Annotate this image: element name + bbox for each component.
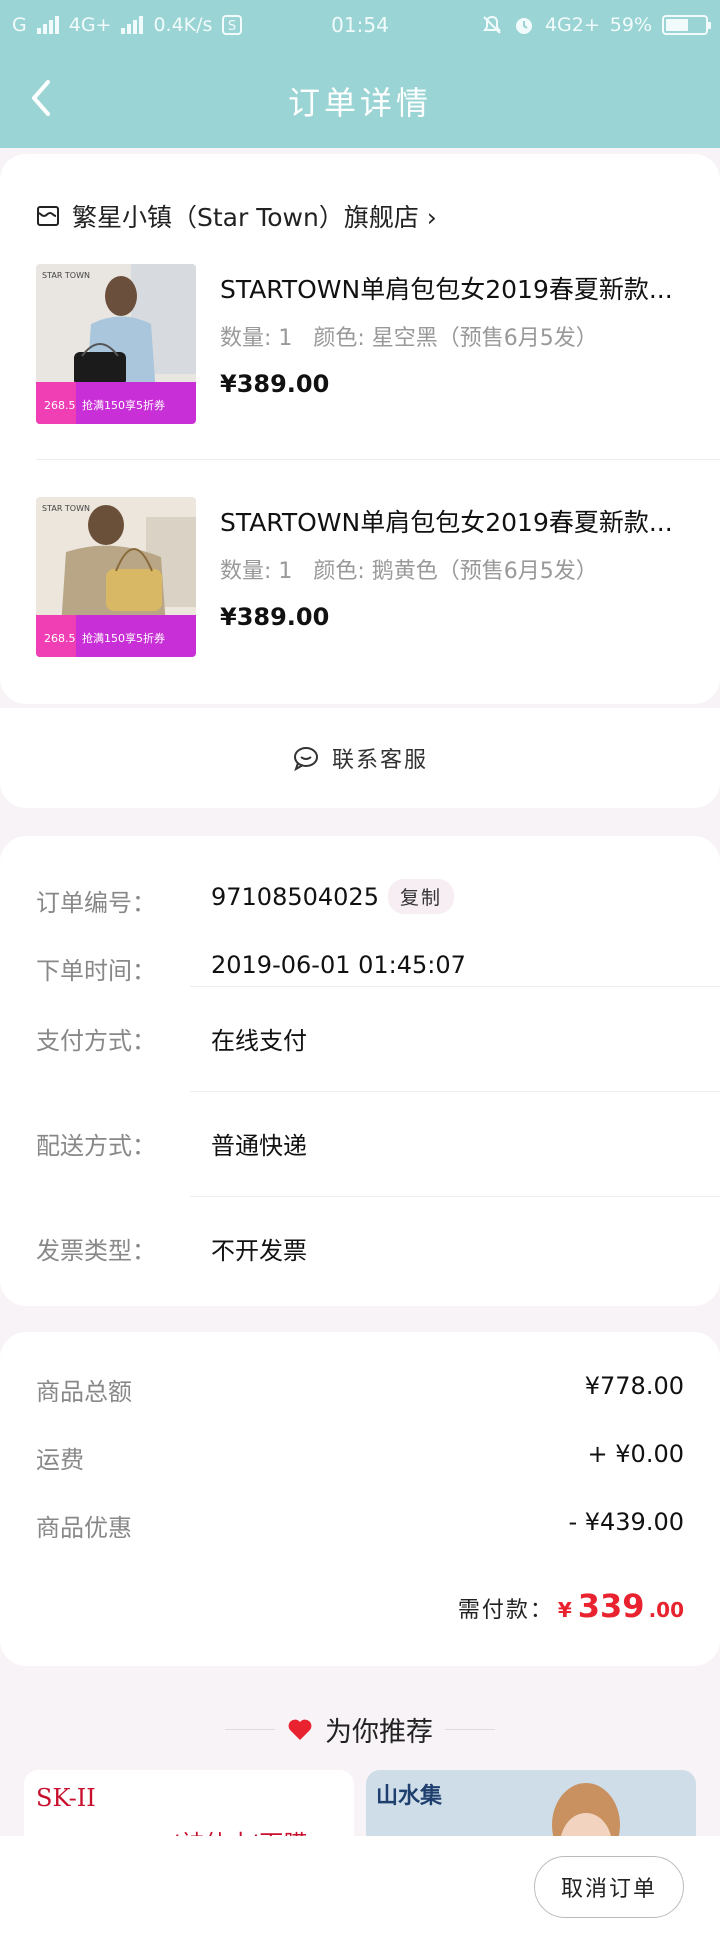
freight-label: 运费 (36, 1446, 84, 1474)
thumb-price: 268.5 (44, 632, 76, 645)
store-name: 繁星小镇（Star Town）旗舰店 › (72, 203, 437, 232)
recommend-brand: SK-II (36, 1784, 96, 1812)
amount-due: 需付款： ¥339.00 (458, 1587, 684, 1625)
freight-value: + ¥0.00 (587, 1440, 684, 1468)
bag-shape (74, 352, 126, 386)
item-spec: 数量: 1 颜色: 鹅黄色（预售6月5发） (220, 553, 690, 585)
item-price: ¥389.00 (220, 370, 330, 398)
item-color: 颜色: 星空黑（预售6月5发） (313, 326, 598, 351)
recommend-title: 为你推荐 (325, 1717, 433, 1748)
nav-bar: 订单详情 (0, 50, 720, 148)
item-info: STARTOWN单肩包包女2019春夏新款... 数量: 1 颜色: 鹅黄色（预… (220, 503, 690, 631)
payment-value: 在线支付 (211, 1027, 307, 1055)
item-title: STARTOWN单肩包包女2019春夏新款... (220, 275, 673, 304)
item-color: 颜色: 鹅黄色（预售6月5发） (313, 559, 598, 584)
thumb-brand: STAR TOWN (42, 271, 90, 280)
copy-button[interactable]: 复制 (388, 879, 455, 914)
order-time-label: 下单时间： (36, 957, 156, 985)
row-divider (190, 986, 720, 987)
store-link[interactable]: 繁星小镇（Star Town）旗舰店 › (36, 198, 437, 234)
contact-service-label: 联系客服 (331, 748, 428, 773)
product-thumbnail: STAR TOWN 268.5 抢满150享5折券 (36, 497, 196, 657)
goods-total-row: 商品总额 ¥778.00 (36, 1372, 684, 1407)
status-time: 01:54 (331, 13, 389, 37)
invoice-value: 不开发票 (211, 1237, 307, 1265)
recommend-header: 为你推荐 (0, 1710, 720, 1749)
discount-row: 商品优惠 - ¥439.00 (36, 1508, 684, 1543)
delivery-label: 配送方式： (36, 1132, 156, 1160)
item-quantity: 数量: 1 (220, 559, 293, 584)
cancel-order-button[interactable]: 取消订单 (534, 1856, 684, 1918)
store-card: 繁星小镇（Star Town）旗舰店 › STAR TOWN 268.5 抢满1… (0, 154, 720, 704)
order-info-card: 订单编号： 97108504025 复制 下单时间： 2019-06-01 01… (0, 836, 720, 1306)
invoice-label: 发票类型： (36, 1237, 156, 1265)
battery-icon (662, 15, 711, 35)
chat-icon (293, 747, 318, 771)
goods-total-value: ¥778.00 (584, 1372, 684, 1400)
thumb-price: 268.5 (44, 399, 76, 412)
recommend-line-right (445, 1729, 495, 1730)
row-divider (190, 1091, 720, 1092)
order-item[interactable]: STAR TOWN 268.5 抢满150享5折券 STARTOWN单肩包包女2… (36, 497, 686, 657)
goods-total-label: 商品总额 (36, 1378, 132, 1406)
store-icon (37, 206, 59, 226)
discount-value: - ¥439.00 (568, 1508, 684, 1536)
amount-due-integer: 339 (577, 1587, 645, 1625)
heart-icon (288, 1719, 312, 1740)
amount-due-decimal: .00 (648, 1598, 684, 1622)
item-divider (36, 459, 720, 460)
bag-shape (106, 569, 162, 611)
order-number-value: 97108504025 (211, 883, 379, 911)
item-info: STARTOWN单肩包包女2019春夏新款... 数量: 1 颜色: 星空黑（预… (220, 270, 690, 398)
delivery-value: 普通快递 (211, 1132, 307, 1160)
thumb-brand: STAR TOWN (42, 504, 90, 513)
item-quantity: 数量: 1 (220, 326, 293, 351)
contact-service-button[interactable]: 联系客服 (0, 708, 720, 808)
payment-label: 支付方式： (36, 1027, 156, 1055)
order-item[interactable]: STAR TOWN 268.5 抢满150享5折券 STARTOWN单肩包包女2… (36, 264, 686, 424)
order-number-label: 订单编号： (36, 889, 156, 917)
recommend-line-left (225, 1729, 275, 1730)
page-title: 订单详情 (287, 84, 432, 122)
product-thumbnail: STAR TOWN 268.5 抢满150享5折券 (36, 264, 196, 424)
product-image: STAR TOWN 268.5 抢满150享5折券 (36, 497, 196, 657)
item-price: ¥389.00 (220, 603, 330, 631)
discount-label: 商品优惠 (36, 1514, 132, 1542)
item-title: STARTOWN单肩包包女2019春夏新款... (220, 508, 673, 537)
freight-row: 运费 + ¥0.00 (36, 1440, 684, 1475)
bottom-bar: 取消订单 (0, 1836, 720, 1937)
thumb-promo: 抢满150享5折券 (82, 398, 165, 412)
battery-level (666, 19, 688, 31)
thumb-promo: 抢满150享5折券 (82, 631, 165, 645)
amount-due-label: 需付款： (457, 1598, 554, 1623)
order-time-value: 2019-06-01 01:45:07 (211, 951, 466, 979)
status-bar: G 4G+ 0.4K/s S 01:54 4G2+ 59% (0, 0, 720, 50)
amount-due-currency: ¥ (557, 1598, 574, 1622)
row-divider (190, 1196, 720, 1197)
amount-card: 商品总额 ¥778.00 运费 + ¥0.00 商品优惠 - ¥439.00 需… (0, 1332, 720, 1666)
item-spec: 数量: 1 颜色: 星空黑（预售6月5发） (220, 320, 690, 352)
product-image: STAR TOWN 268.5 抢满150享5折券 (36, 264, 196, 424)
